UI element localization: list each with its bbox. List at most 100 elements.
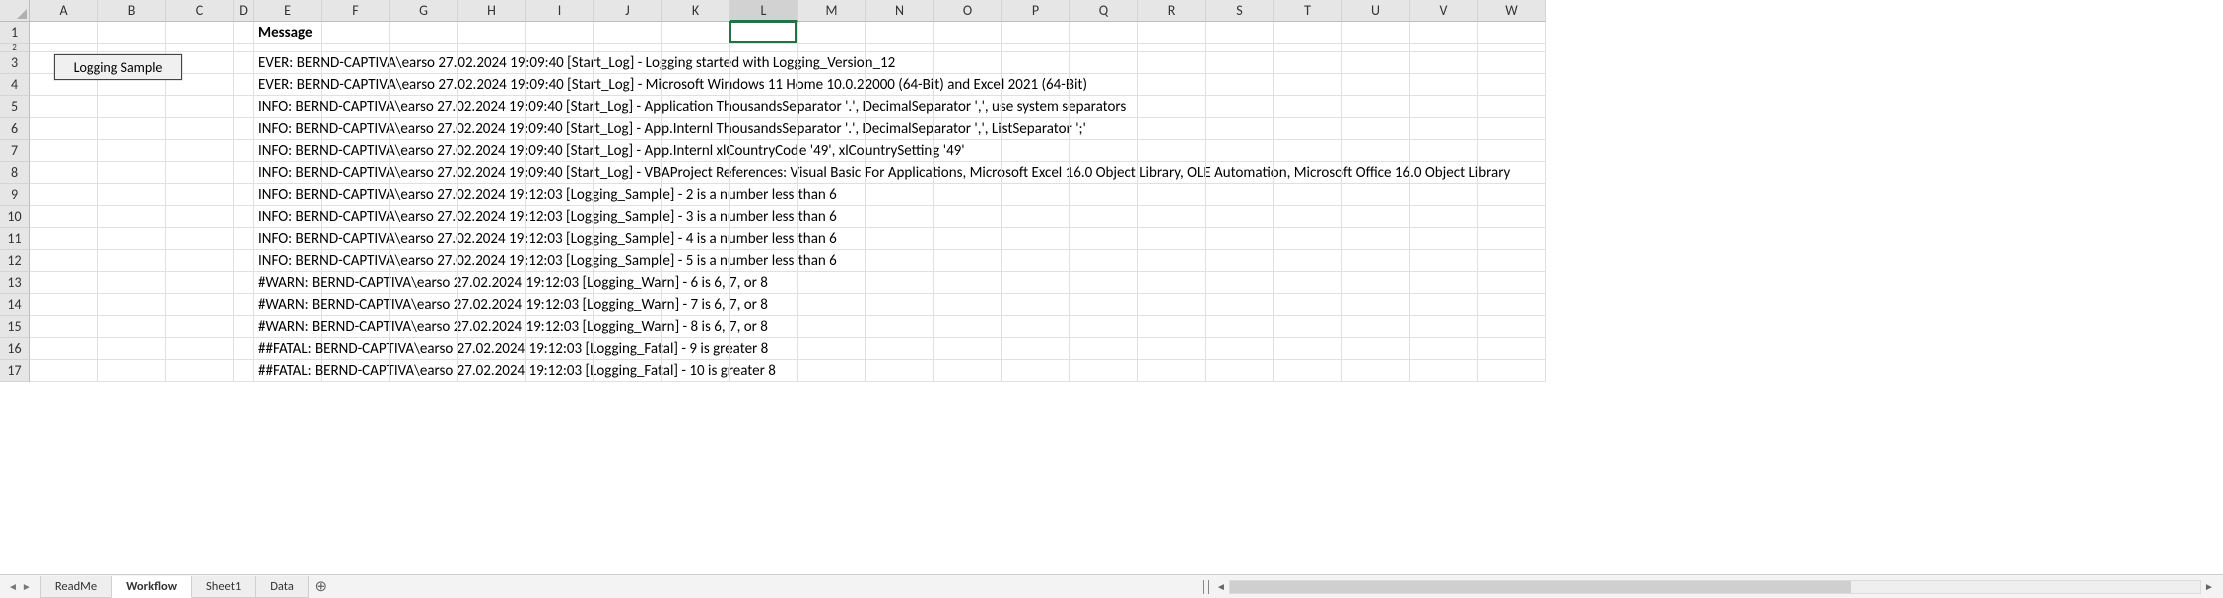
cell-U17[interactable] (1342, 360, 1410, 382)
cell-A12[interactable] (30, 250, 98, 272)
cell-M12[interactable] (798, 250, 866, 272)
cell-I6[interactable] (526, 118, 594, 140)
cell-A9[interactable] (30, 184, 98, 206)
cell-E8[interactable]: INFO: BERND-CAPTIVA\earso 27.02.2024 19:… (254, 162, 322, 184)
cell-V11[interactable] (1410, 228, 1478, 250)
cell-N3[interactable] (866, 52, 934, 74)
cell-D5[interactable] (234, 96, 254, 118)
cell-G11[interactable] (390, 228, 458, 250)
cell-I16[interactable] (526, 338, 594, 360)
cell-Q5[interactable] (1070, 96, 1138, 118)
cell-G12[interactable] (390, 250, 458, 272)
cell-K5[interactable] (662, 96, 730, 118)
cell-V13[interactable] (1410, 272, 1478, 294)
cell-L6[interactable] (730, 118, 798, 140)
sheet-tab-readme[interactable]: ReadMe (40, 576, 112, 598)
logging-sample-button[interactable]: Logging Sample (54, 54, 182, 80)
cell-V12[interactable] (1410, 250, 1478, 272)
cell-M16[interactable] (798, 338, 866, 360)
cell-F1[interactable] (322, 22, 390, 44)
cell-E5[interactable]: INFO: BERND-CAPTIVA\earso 27.02.2024 19:… (254, 96, 322, 118)
cell-R17[interactable] (1138, 360, 1206, 382)
cell-I12[interactable] (526, 250, 594, 272)
select-all-corner[interactable] (0, 0, 30, 22)
cell-B14[interactable] (98, 294, 166, 316)
cell-J5[interactable] (594, 96, 662, 118)
cell-P11[interactable] (1002, 228, 1070, 250)
cell-C8[interactable] (166, 162, 234, 184)
cell-N17[interactable] (866, 360, 934, 382)
cell-Q12[interactable] (1070, 250, 1138, 272)
cell-W7[interactable] (1478, 140, 1546, 162)
cell-A1[interactable] (30, 22, 98, 44)
cell-T15[interactable] (1274, 316, 1342, 338)
cell-N2[interactable] (866, 44, 934, 52)
cell-U11[interactable] (1342, 228, 1410, 250)
cell-U6[interactable] (1342, 118, 1410, 140)
cell-M7[interactable] (798, 140, 866, 162)
cell-G4[interactable] (390, 74, 458, 96)
cell-U8[interactable] (1342, 162, 1410, 184)
cell-B8[interactable] (98, 162, 166, 184)
cell-Q15[interactable] (1070, 316, 1138, 338)
cell-G8[interactable] (390, 162, 458, 184)
cell-D3[interactable] (234, 52, 254, 74)
cell-L5[interactable] (730, 96, 798, 118)
cell-V5[interactable] (1410, 96, 1478, 118)
cell-U3[interactable] (1342, 52, 1410, 74)
row-header-16[interactable]: 16 (0, 338, 30, 360)
cell-H12[interactable] (458, 250, 526, 272)
cell-J11[interactable] (594, 228, 662, 250)
cell-K4[interactable] (662, 74, 730, 96)
cell-S11[interactable] (1206, 228, 1274, 250)
cell-E16[interactable]: ##FATAL: BERND-CAPTIVA\earso 27.02.2024 … (254, 338, 322, 360)
cell-R8[interactable] (1138, 162, 1206, 184)
cell-D13[interactable] (234, 272, 254, 294)
cell-N7[interactable] (866, 140, 934, 162)
cell-C9[interactable] (166, 184, 234, 206)
cell-D6[interactable] (234, 118, 254, 140)
cell-P13[interactable] (1002, 272, 1070, 294)
cell-V10[interactable] (1410, 206, 1478, 228)
cell-V4[interactable] (1410, 74, 1478, 96)
cell-V15[interactable] (1410, 316, 1478, 338)
tab-scroll-splitter[interactable] (1203, 580, 1209, 594)
cell-I2[interactable] (526, 44, 594, 52)
cell-V2[interactable] (1410, 44, 1478, 52)
cell-H1[interactable] (458, 22, 526, 44)
cell-W16[interactable] (1478, 338, 1546, 360)
cell-I17[interactable] (526, 360, 594, 382)
cell-A6[interactable] (30, 118, 98, 140)
cell-R9[interactable] (1138, 184, 1206, 206)
cell-B2[interactable] (98, 44, 166, 52)
cell-G16[interactable] (390, 338, 458, 360)
cell-U7[interactable] (1342, 140, 1410, 162)
cell-R15[interactable] (1138, 316, 1206, 338)
cell-I15[interactable] (526, 316, 594, 338)
cell-S9[interactable] (1206, 184, 1274, 206)
cell-M9[interactable] (798, 184, 866, 206)
cell-V6[interactable] (1410, 118, 1478, 140)
cell-B6[interactable] (98, 118, 166, 140)
cell-O9[interactable] (934, 184, 1002, 206)
cell-T17[interactable] (1274, 360, 1342, 382)
cell-H8[interactable] (458, 162, 526, 184)
cell-M6[interactable] (798, 118, 866, 140)
column-header-G[interactable]: G (390, 0, 458, 22)
cell-H15[interactable] (458, 316, 526, 338)
cell-G6[interactable] (390, 118, 458, 140)
cell-D1[interactable] (234, 22, 254, 44)
cell-O11[interactable] (934, 228, 1002, 250)
column-header-H[interactable]: H (458, 0, 526, 22)
cell-L4[interactable] (730, 74, 798, 96)
cell-P6[interactable] (1002, 118, 1070, 140)
column-header-P[interactable]: P (1002, 0, 1070, 22)
cell-T16[interactable] (1274, 338, 1342, 360)
cell-P8[interactable] (1002, 162, 1070, 184)
cell-V1[interactable] (1410, 22, 1478, 44)
cell-L14[interactable] (730, 294, 798, 316)
column-header-O[interactable]: O (934, 0, 1002, 22)
cell-W13[interactable] (1478, 272, 1546, 294)
cell-G3[interactable] (390, 52, 458, 74)
cell-G14[interactable] (390, 294, 458, 316)
